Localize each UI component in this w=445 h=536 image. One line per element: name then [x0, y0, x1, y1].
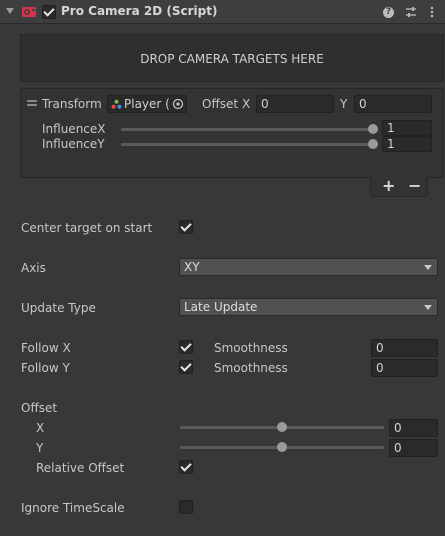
offset-x-slider-knob[interactable]: [277, 422, 287, 432]
camera-component-icon: [22, 7, 36, 17]
camera-targets-list: Transform Player ( Offset X 0 Y 0 Influe…: [20, 88, 444, 178]
offset-x-slider-label: X: [36, 421, 45, 435]
influence-y-slider-knob[interactable]: [368, 139, 378, 149]
add-target-button[interactable]: +: [382, 176, 395, 195]
chevron-down-icon: [424, 305, 432, 310]
component-header[interactable]: Pro Camera 2D (Script) ?: [0, 0, 445, 24]
target-offset-y-input[interactable]: 0: [354, 95, 432, 113]
help-icon[interactable]: ?: [383, 7, 394, 18]
offset-y-slider-knob[interactable]: [277, 442, 287, 452]
follow-y-smoothness-label: Smoothness: [214, 361, 288, 375]
offset-x-label: X: [242, 97, 251, 111]
drop-camera-targets-area[interactable]: DROP CAMERA TARGETS HERE: [20, 34, 444, 82]
influence-y-input[interactable]: 1: [382, 136, 432, 152]
follow-y-label: Follow Y: [21, 361, 70, 375]
offset-label: Offset: [202, 97, 239, 111]
influence-x-input[interactable]: 1: [382, 120, 432, 136]
target-offset-x-input[interactable]: 0: [256, 95, 334, 113]
transform-label: Transform: [42, 97, 102, 111]
transform-icon: [111, 99, 122, 109]
center-target-checkbox[interactable]: [179, 220, 193, 234]
drop-area-label: DROP CAMERA TARGETS HERE: [140, 52, 324, 66]
offset-y-input[interactable]: 0: [389, 439, 438, 457]
follow-x-label: Follow X: [21, 341, 71, 355]
list-add-remove-bar: + −: [370, 176, 428, 197]
transform-object-field[interactable]: Player (: [107, 95, 187, 113]
more-menu-icon[interactable]: [425, 5, 439, 19]
axis-value: XY: [184, 260, 200, 274]
offset-x-input[interactable]: 0: [389, 419, 438, 437]
offset-section-label: Offset: [21, 401, 58, 415]
influence-y-label: InfluenceY: [42, 137, 105, 151]
transform-value: Player (: [124, 97, 170, 111]
center-target-label: Center target on start: [21, 221, 153, 235]
follow-x-checkbox[interactable]: [179, 340, 193, 354]
influence-x-slider-knob[interactable]: [368, 124, 378, 134]
relative-offset-checkbox[interactable]: [179, 460, 193, 474]
axis-label: Axis: [21, 261, 46, 275]
influence-y-slider[interactable]: [121, 143, 376, 146]
foldout-arrow-icon[interactable]: [6, 8, 14, 14]
drag-handle-icon[interactable]: [27, 100, 37, 102]
preset-icon[interactable]: [404, 5, 418, 19]
update-type-dropdown[interactable]: Late Update: [179, 298, 438, 316]
update-type-value: Late Update: [184, 300, 258, 314]
follow-x-smoothness-input[interactable]: 0: [371, 339, 438, 357]
update-type-label: Update Type: [21, 301, 96, 315]
chevron-down-icon: [424, 265, 432, 270]
object-picker-icon[interactable]: [172, 98, 184, 110]
component-enabled-checkbox[interactable]: [42, 5, 56, 19]
ignore-timescale-checkbox[interactable]: [179, 500, 193, 514]
component-title: Pro Camera 2D (Script): [61, 4, 218, 18]
axis-dropdown[interactable]: XY: [179, 258, 438, 276]
ignore-timescale-label: Ignore TimeScale: [21, 501, 125, 515]
influence-x-slider[interactable]: [121, 128, 376, 131]
remove-target-button[interactable]: −: [408, 176, 421, 195]
follow-x-smoothness-label: Smoothness: [214, 341, 288, 355]
offset-y-label: Y: [340, 97, 348, 111]
offset-y-slider-label: Y: [36, 441, 44, 455]
influence-x-label: InfluenceX: [42, 122, 106, 136]
follow-y-smoothness-input[interactable]: 0: [371, 359, 438, 377]
relative-offset-label: Relative Offset: [36, 461, 125, 475]
follow-y-checkbox[interactable]: [179, 360, 193, 374]
